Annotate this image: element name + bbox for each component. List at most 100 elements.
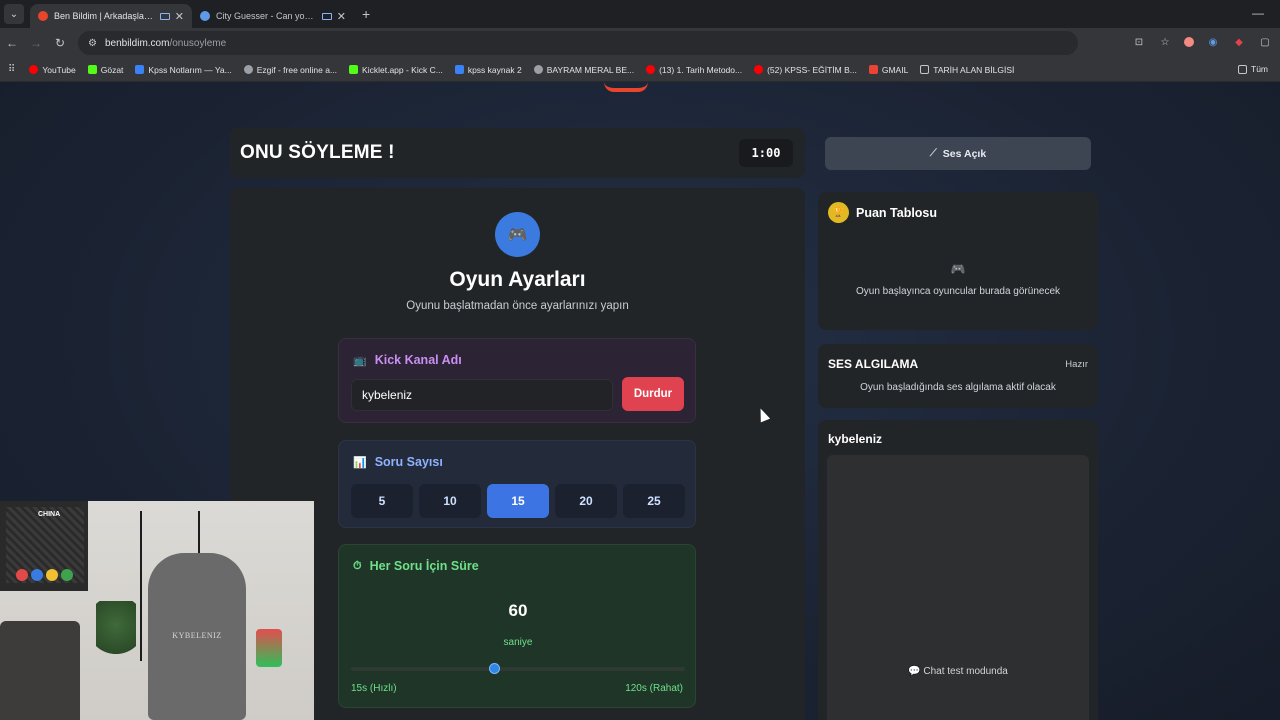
time-slider-handle[interactable] [489, 663, 501, 674]
settings-panel: 🎮 Oyun Ayarları Oyunu başlatmadan önce a… [230, 188, 805, 720]
bookmark-gozat[interactable]: Gözat [87, 65, 123, 75]
tab-title: City Guesser - Can you gue [216, 11, 317, 21]
timer-icon: ⏱ [353, 559, 362, 572]
minimize-window-button[interactable]: — [1252, 6, 1264, 20]
stop-button[interactable]: Durdur [622, 377, 684, 411]
voice-detection-title: SES ALGILAMA [828, 357, 919, 371]
site-logo [604, 82, 648, 92]
kick-channel-input[interactable] [351, 379, 613, 411]
toolbar-icons: ⊡ ☆ ◉ ◆ ▢ [1132, 35, 1272, 49]
bookmark-youtube[interactable]: YouTube [29, 65, 76, 75]
install-app-icon[interactable]: ⊡ [1132, 35, 1146, 49]
time-unit: saniye [503, 637, 533, 648]
webcam-figurines [16, 569, 73, 581]
extension-icon[interactable]: ◆ [1232, 35, 1246, 49]
sound-toggle-button[interactable]: ⟋ Ses Açık [825, 137, 1091, 170]
webcam-plant [96, 601, 136, 661]
scoreboard-empty-text: Oyun başlayınca oyuncular burada görünec… [855, 286, 1061, 297]
back-button[interactable]: ← [0, 36, 24, 50]
benbildim-favicon-icon [38, 11, 48, 21]
gamepad-icon: 🎮 [950, 262, 966, 276]
chart-icon: 📊 [353, 456, 367, 469]
address-bar-row: ← → ↻ ⚙ benbildim.com/onusoyleme ⊡ ☆ ◉ ◆… [0, 28, 1280, 58]
scoreboard-header: 🏆 Puan Tablosu [828, 202, 937, 223]
bookmark-kpss-egitim[interactable]: (52) KPSS- EĞİTİM B... [754, 65, 857, 75]
voice-detection-panel: SES ALGILAMA Hazır Oyun başladığında ses… [818, 344, 1098, 408]
bookmark-folder-tarih[interactable]: TARİH ALAN BİLGİSİ [920, 65, 1014, 75]
browser-tab-active[interactable]: Ben Bildim | Arkadaşlarınla ✕ [30, 4, 192, 28]
scoreboard-panel: 🏆 Puan Tablosu 🎮 Oyun başlayınca oyuncula… [818, 192, 1098, 330]
bookmark-gmail[interactable]: GMAIL [868, 65, 908, 75]
question-count-option[interactable]: 25 [623, 484, 685, 518]
time-per-question-label: ⏱ Her Soru İçin Süre [353, 559, 479, 573]
browser-tab-bar: ⌄ Ben Bildim | Arkadaşlarınla ✕ City Gue… [0, 0, 1280, 28]
speech-bubble-icon: 💬 [908, 666, 924, 677]
game-timer: 1:00 [739, 139, 793, 167]
game-header: ONU SÖYLEME ! 1:00 [230, 128, 805, 178]
reload-button[interactable]: ↻ [48, 36, 72, 50]
bookmark-kpss-notlarim[interactable]: Kpss Notlarım — Ya... [135, 65, 232, 75]
url-path: /onusoyleme [169, 37, 227, 49]
apps-grid-icon[interactable]: ⠿ [8, 64, 15, 75]
bookmark-bayram-meral[interactable]: BAYRAM MERAL BE... [533, 65, 634, 75]
webcam-gaming-chair: KYBELENIZ [148, 553, 246, 720]
game-title: ONU SÖYLEME ! [240, 142, 395, 163]
question-count-option[interactable]: 5 [351, 484, 413, 518]
webcam-lamp [256, 629, 282, 667]
settings-title: Oyun Ayarları [449, 268, 586, 291]
trophy-icon: 🏆 [828, 202, 849, 223]
chat-panel: kybeleniz 💬 Chat test modunda [818, 420, 1098, 720]
extension-icon[interactable]: ◉ [1206, 35, 1220, 49]
question-count-option-selected[interactable]: 15 [487, 484, 549, 518]
magic-wand-icon: ⟋ [929, 148, 937, 159]
kick-channel-label: 📺 Kick Kanal Adı [353, 353, 462, 367]
bookmark-icon [454, 65, 464, 74]
bookmark-ezgif[interactable]: Ezgif - free online a... [243, 65, 337, 75]
site-info-icon[interactable]: ⚙ [88, 38, 97, 49]
youtube-icon [29, 65, 39, 74]
bookmark-star-icon[interactable]: ☆ [1158, 35, 1172, 49]
tab-close-icon[interactable]: ✕ [337, 10, 346, 23]
media-playing-icon [159, 12, 170, 20]
question-count-label: 📊 Soru Sayısı [353, 455, 443, 469]
extension-icon[interactable] [1184, 37, 1194, 47]
voice-detection-status: Hazır [1065, 359, 1088, 370]
chat-channel-name: kybeleniz [828, 432, 883, 446]
all-bookmarks-folder[interactable]: Tüm [1238, 64, 1268, 74]
time-per-question-section: ⏱ Her Soru İçin Süre 60 saniye 15s (Hızlı… [338, 544, 696, 708]
kicklet-icon [349, 65, 359, 74]
url-omnibox[interactable]: ⚙ benbildim.com/onusoyleme [78, 31, 1078, 55]
url-host: benbildim.com [104, 37, 170, 49]
question-count-options: 5 10 15 20 25 [351, 484, 685, 518]
question-count-section: 📊 Soru Sayısı 5 10 15 20 25 [338, 440, 696, 528]
bookmarks-bar: ⠿ YouTube Gözat Kpss Notlarım — Ya... Ez… [0, 58, 1280, 82]
question-count-option[interactable]: 10 [419, 484, 481, 518]
globe-icon [533, 65, 543, 74]
question-count-option[interactable]: 20 [555, 484, 617, 518]
forward-button[interactable]: → [24, 36, 48, 50]
youtube-icon [646, 65, 656, 74]
tab-search-button[interactable]: ⌄ [4, 4, 24, 24]
chair-label: KYBELENIZ [172, 631, 222, 640]
gamepad-icon: 🎮 [495, 212, 540, 257]
bookmark-tarih-metodo[interactable]: (13) 1. Tarih Metodo... [646, 65, 742, 75]
extensions-puzzle-icon[interactable]: ▢ [1258, 35, 1272, 49]
tab-close-icon[interactable]: ✕ [175, 10, 184, 23]
tab-title: Ben Bildim | Arkadaşlarınla [54, 11, 155, 21]
tv-icon: 📺 [353, 354, 367, 367]
browser-tab[interactable]: City Guesser - Can you gue ✕ [192, 4, 354, 28]
kick-channel-section: 📺Kick Kanal Adı Durdur [338, 338, 696, 423]
new-tab-button[interactable]: + [362, 6, 370, 22]
time-max-label: 120s (Rahat) [625, 683, 683, 694]
gmail-icon [868, 65, 878, 74]
webcam-sofa [0, 621, 80, 720]
time-slider[interactable] [351, 663, 685, 674]
globe-favicon-icon [200, 11, 210, 21]
time-min-label: 15s (Hızlı) [351, 683, 397, 694]
folder-icon [920, 65, 930, 74]
bookmark-kicklet[interactable]: Kicklet.app - Kick C... [349, 65, 443, 75]
bookmark-kpss-kaynak[interactable]: kpss kaynak 2 [454, 65, 522, 75]
webcam-overlay: CHINA KYBELENIZ [0, 501, 314, 720]
youtube-icon [754, 65, 764, 74]
chat-messages-area[interactable]: 💬 Chat test modunda [827, 455, 1089, 720]
